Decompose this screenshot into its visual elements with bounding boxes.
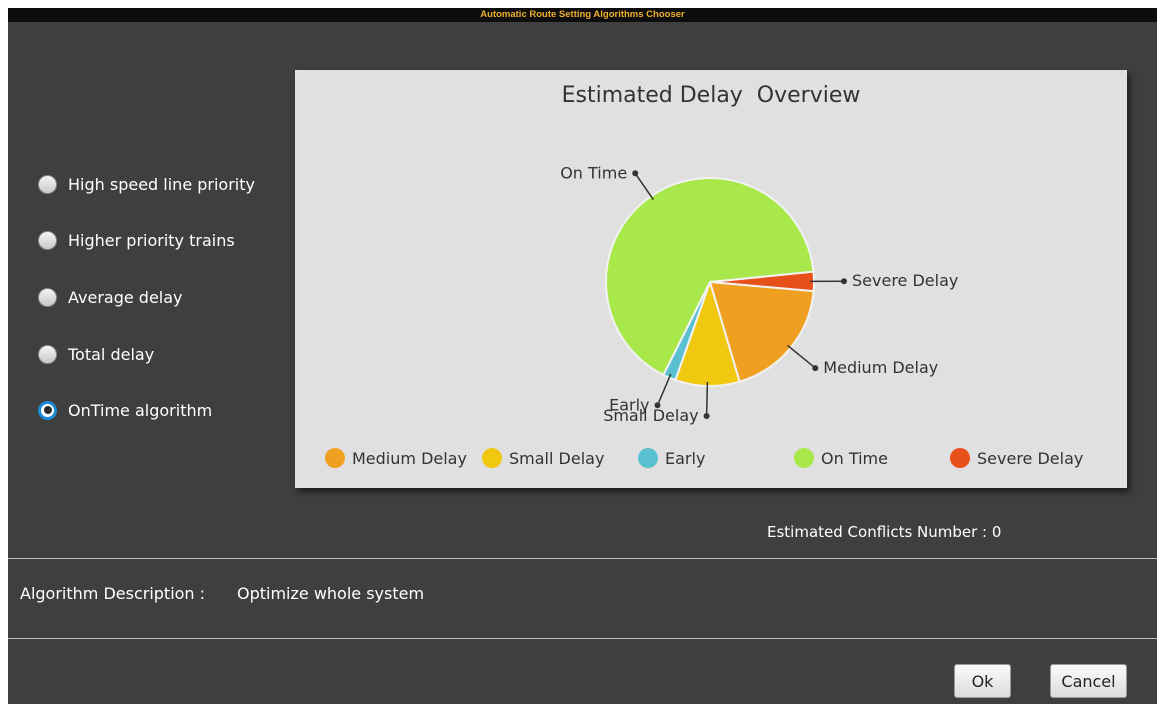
ok-button[interactable]: Ok: [954, 664, 1011, 698]
radio-higher-priority-trains[interactable]: Higher priority trains: [38, 228, 235, 252]
leader-line: [634, 172, 654, 201]
legend-label: Early: [665, 448, 706, 468]
chart-legend: Medium Delay Small Delay Early On Time S…: [325, 448, 1125, 474]
leader-dot: [632, 170, 639, 177]
legend-item-early: Early: [638, 448, 705, 468]
radio-button-icon[interactable]: [38, 344, 57, 364]
legend-swatch: [638, 448, 658, 468]
radio-ontime-algorithm[interactable]: OnTime algorithm: [38, 398, 212, 422]
radio-label: Average delay: [68, 287, 183, 307]
legend-swatch: [325, 448, 345, 468]
slice-label: On Time: [560, 163, 627, 182]
radio-label: Total delay: [68, 344, 155, 364]
description-label: Algorithm Description :: [20, 584, 206, 603]
slice-label: Medium Delay: [823, 358, 938, 377]
cancel-button[interactable]: Cancel: [1050, 664, 1127, 698]
legend-label: Medium Delay: [352, 448, 467, 468]
divider: [8, 558, 1157, 559]
radio-total-delay[interactable]: Total delay: [38, 342, 154, 366]
legend-item-small-delay: Small Delay: [482, 448, 604, 468]
radio-dot-icon: [43, 406, 52, 414]
radio-button-icon[interactable]: [38, 230, 57, 250]
legend-swatch: [482, 448, 502, 468]
description-value: Optimize whole system: [237, 584, 425, 603]
leader-dot: [654, 402, 661, 409]
legend-label: On Time: [821, 448, 888, 468]
radio-label: High speed line priority: [68, 174, 255, 194]
radio-button-icon[interactable]: [38, 287, 57, 307]
legend-swatch: [794, 448, 814, 468]
slice-label: Early: [609, 395, 649, 414]
slice-label: Severe Delay: [852, 271, 958, 290]
leader-line: [705, 381, 709, 417]
radio-button-selected-icon[interactable]: [38, 400, 57, 420]
leader-line: [786, 344, 816, 369]
divider: [8, 638, 1157, 639]
radio-label: Higher priority trains: [68, 230, 235, 250]
legend-item-medium-delay: Medium Delay: [325, 448, 467, 468]
window-title: Automatic Route Setting Algorithms Choos…: [8, 8, 1157, 22]
conflicts-count-label: Estimated Conflicts Number : 0: [767, 523, 1002, 541]
radio-label: OnTime algorithm: [68, 400, 213, 420]
pie-chart: Severe DelayMedium DelaySmall DelayEarly…: [560, 163, 958, 425]
leader-line: [656, 373, 672, 406]
leader-dot: [841, 278, 847, 285]
legend-item-on-time: On Time: [794, 448, 888, 468]
leader-dot: [703, 413, 710, 419]
radio-high-speed-line-priority[interactable]: High speed line priority: [38, 172, 255, 196]
legend-label: Severe Delay: [977, 448, 1084, 468]
legend-swatch: [950, 448, 970, 468]
legend-item-severe-delay: Severe Delay: [950, 448, 1083, 468]
delay-chart-panel: Estimated Delay Overview Severe Delay Med…: [295, 70, 1127, 488]
legend-label: Small Delay: [509, 448, 605, 468]
radio-average-delay[interactable]: Average delay: [38, 285, 183, 309]
algorithm-chooser-window: Automatic Route Setting Algorithms Choos…: [8, 8, 1157, 704]
leader-dot: [812, 365, 819, 372]
radio-button-icon[interactable]: [38, 174, 57, 194]
